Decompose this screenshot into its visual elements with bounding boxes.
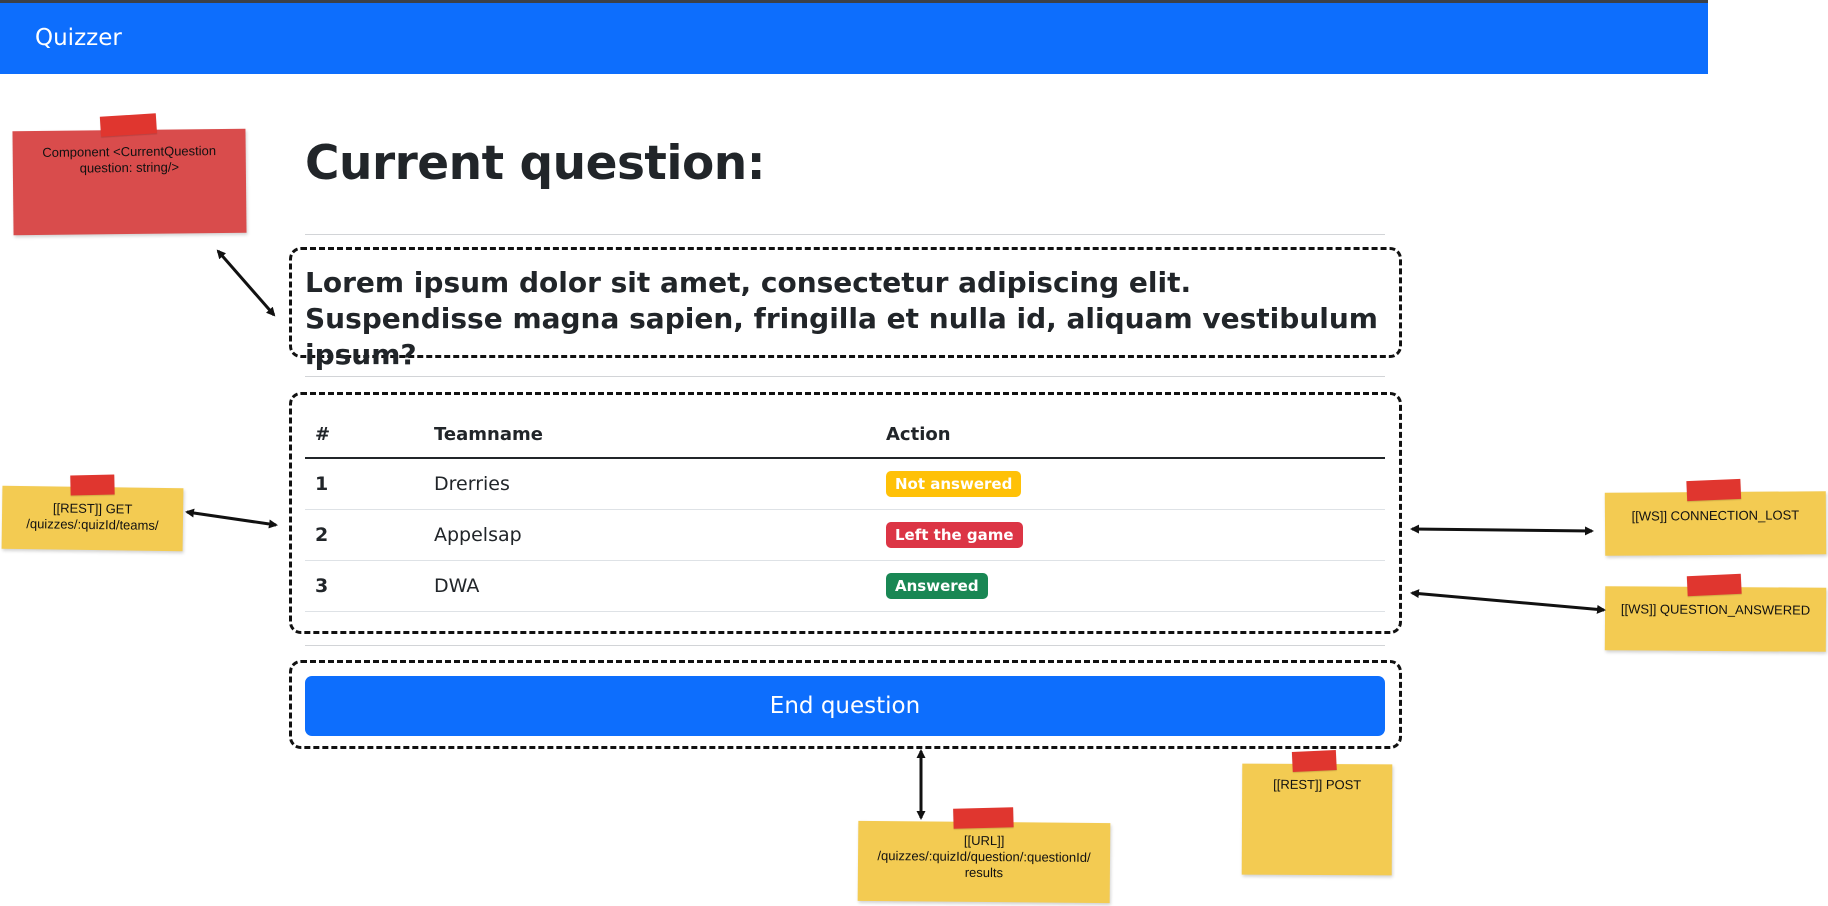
arrow-icon [1410,524,1594,536]
brand-link[interactable]: Quizzer [35,25,122,51]
tape-strip [1686,573,1742,597]
page-title: Current question: [305,136,766,191]
arrow-icon [1410,589,1606,614]
note-text: [[WS]] CONNECTION_LOST [1631,507,1800,524]
divider [305,376,1385,377]
team-name: Drerries [424,458,876,510]
status-badge: Not answered [886,470,1022,497]
tape-strip [1291,749,1337,773]
divider [305,645,1385,646]
table-row: 1 Drerries Not answered [305,458,1385,510]
column-header-action: Action [876,411,1385,459]
sticky-note-url-results: [[URL]] /quizzes/:quizId/question/:quest… [857,807,1111,904]
team-action-cell: Left the game [876,509,1385,561]
note-text: [[REST]] GET /quizzes/:quizId/teams/ [26,500,159,533]
team-name: Appelsap [424,509,876,561]
note-text: [[REST]] POST [1273,776,1362,793]
arrow-icon [216,249,276,317]
team-number: 3 [305,560,424,612]
tape-strip [1686,478,1742,502]
sticky-note-ws-question-answered: [[WS]] QUESTION_ANSWERED [1604,573,1827,652]
sticky-note-ws-connection-lost: [[WS]] CONNECTION_LOST [1604,478,1827,556]
sticky-note-rest-post: [[REST]] POST [1241,749,1393,876]
tape-strip [99,113,157,137]
sticky-note-rest-get: [[REST]] GET /quizzes/:quizId/teams/ [1,474,184,552]
team-name: DWA [424,560,876,612]
column-header-teamname: Teamname [424,411,876,459]
team-action-cell: Answered [876,560,1385,612]
status-badge: Answered [886,572,988,599]
sticky-note-component: Component <CurrentQuestion question: str… [12,113,247,236]
tape-strip [953,807,1014,829]
end-question-button[interactable]: End question [305,676,1385,736]
note-text: [[WS]] QUESTION_ANSWERED [1620,601,1811,618]
team-number: 2 [305,509,424,561]
column-header-number: # [305,411,424,459]
note-text: Component <CurrentQuestion question: str… [42,143,217,176]
table-header-row: # Teamname Action [305,411,1385,459]
divider [305,234,1385,235]
navbar: Quizzer [0,0,1708,74]
table-row: 3 DWA Answered [305,560,1385,612]
team-action-cell: Not answered [876,458,1385,510]
arrow-icon [185,508,278,529]
teams-table: # Teamname Action 1 Drerries Not answere… [305,411,1385,612]
team-number: 1 [305,458,424,510]
tape-strip [70,474,115,496]
table-row: 2 Appelsap Left the game [305,509,1385,561]
status-badge: Left the game [886,521,1023,548]
question-text: Lorem ipsum dolor sit amet, consectetur … [305,266,1378,371]
note-text: [[URL]] /quizzes/:quizId/question/:quest… [877,832,1091,881]
